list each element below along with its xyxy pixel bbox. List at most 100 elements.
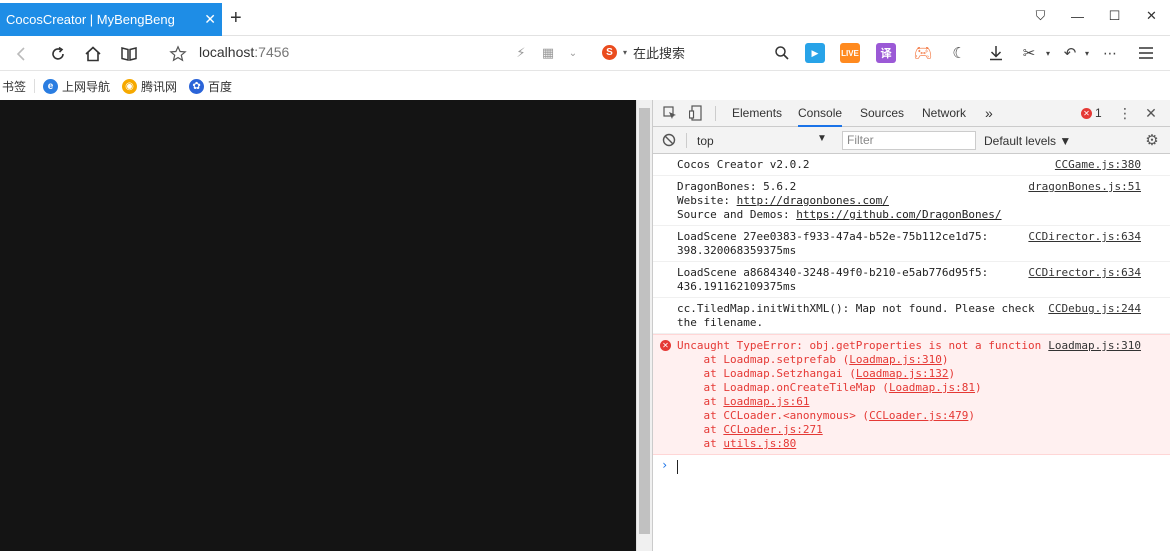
back-icon[interactable] xyxy=(10,42,34,66)
search-input[interactable]: 在此搜索 xyxy=(633,43,685,62)
stack-at: at xyxy=(677,353,724,366)
stack-location-link[interactable]: CCLoader.js:271 xyxy=(723,423,822,436)
bookmarks-label[interactable]: 书签 xyxy=(2,78,26,95)
console-output: Cocos Creator v2.0.2 CCGame.js:380 Drago… xyxy=(653,154,1170,477)
console-error: ✕ Uncaught TypeError: obj.getProperties … xyxy=(653,334,1170,455)
translate-icon[interactable]: 译 xyxy=(876,43,896,63)
page-scrollbar[interactable] xyxy=(636,100,652,551)
context-dropdown-icon[interactable]: ▼ xyxy=(817,133,827,144)
inspect-element-icon[interactable] xyxy=(662,105,678,121)
stack-at: at xyxy=(677,381,724,394)
qrcode-icon[interactable]: ▦ xyxy=(538,43,558,63)
sogou-search-icon[interactable]: S xyxy=(602,45,617,60)
error-icon: ✕ xyxy=(1081,107,1092,119)
home-icon[interactable] xyxy=(81,42,105,66)
stack-frame: at CCLoader.<anonymous> (CCLoader.js:479… xyxy=(677,409,976,422)
stack-function: CCLoader.<anonymous> xyxy=(723,409,856,422)
error-counter[interactable]: ✕ 1 xyxy=(1081,106,1102,120)
more-icon[interactable]: ⋯ xyxy=(1100,43,1120,63)
console-toolbar: top ▼ Filter Default levels ▼ ⚙ xyxy=(653,127,1170,154)
bookmark-item[interactable]: e 上网导航 xyxy=(43,78,110,95)
url-field[interactable]: localhost:7456 xyxy=(199,44,289,60)
device-toolbar-icon[interactable] xyxy=(688,105,704,121)
tab-elements[interactable]: Elements xyxy=(732,100,782,127)
tencent-icon: ◉ xyxy=(122,78,138,94)
filter-input[interactable]: Filter xyxy=(842,131,976,150)
stack-function: Loadmap.onCreateTileMap xyxy=(723,381,876,394)
error-icon: ✕ xyxy=(660,340,671,351)
source-link[interactable]: CCDirector.js:634 xyxy=(1028,266,1141,280)
source-link[interactable]: CCDirector.js:634 xyxy=(1028,230,1141,244)
maximize-button[interactable]: ☐ xyxy=(1096,0,1133,32)
log-levels-dropdown[interactable]: Default levels ▼ xyxy=(984,134,1071,148)
settings-gear-icon[interactable]: ⚙ xyxy=(1144,132,1160,149)
more-tabs-icon[interactable]: » xyxy=(985,100,993,127)
night-mode-icon[interactable]: ☾ xyxy=(949,43,969,63)
console-prompt[interactable]: › xyxy=(653,455,1170,477)
tab-sources[interactable]: Sources xyxy=(860,100,904,127)
url-port: :7456 xyxy=(254,44,290,60)
context-selector[interactable]: top xyxy=(697,134,714,148)
kebab-menu-icon[interactable]: ⋮ xyxy=(1117,105,1133,121)
stack-location-link[interactable]: Loadmap.js:61 xyxy=(723,395,809,408)
demos-link[interactable]: https://github.com/DragonBones/ xyxy=(796,208,1001,221)
browser-tab-active[interactable]: CocosCreator | MyBengBeng ✕ xyxy=(0,3,222,36)
lightning-icon[interactable]: ⚡ xyxy=(511,43,531,63)
tab-console[interactable]: Console xyxy=(798,100,843,127)
devtools-panel: Elements Console Sources Network » ✕ 1 ⋮… xyxy=(652,100,1170,551)
bookmark-item[interactable]: ✿ 百度 xyxy=(189,78,232,95)
console-message: LoadScene 27ee0383-f933-47a4-b52e-75b112… xyxy=(653,226,1170,262)
clear-console-icon[interactable] xyxy=(661,132,677,148)
stack-frame: at utils.js:80 xyxy=(677,437,1141,451)
source-link[interactable]: dragonBones.js:51 xyxy=(1028,180,1141,194)
source-link[interactable]: CCDebug.js:244 xyxy=(1048,302,1141,316)
tab-bar: CocosCreator | MyBengBeng ✕ + ⛉ — ☐ ✕ xyxy=(0,0,1170,36)
bookmark-label: 上网导航 xyxy=(62,79,111,94)
stack-location-link[interactable]: Loadmap.js:132 xyxy=(856,367,949,380)
scissors-dropdown-icon[interactable]: ▾ xyxy=(1038,43,1058,63)
message-text: 436.191162109375ms xyxy=(677,280,797,293)
search-box[interactable]: S ▾ 在此搜索 xyxy=(602,43,685,62)
minimize-button[interactable]: — xyxy=(1059,0,1096,32)
console-message: Cocos Creator v2.0.2 CCGame.js:380 xyxy=(653,154,1170,176)
stack-at: at xyxy=(677,423,724,436)
close-window-button[interactable]: ✕ xyxy=(1133,0,1170,32)
live-icon[interactable]: LIVE xyxy=(840,43,860,63)
stack-frame: at CCLoader.js:271 xyxy=(677,423,1141,437)
stack-location-link[interactable]: Loadmap.js:81 xyxy=(889,381,975,394)
source-link[interactable]: CCGame.js:380 xyxy=(1055,158,1141,172)
chevron-down-icon[interactable]: ⌄ xyxy=(563,43,583,63)
search-icon[interactable] xyxy=(772,43,792,63)
stack-frame: at Loadmap.setprefab (Loadmap.js:310) xyxy=(677,353,949,366)
window-controls: ⛉ — ☐ ✕ xyxy=(1022,0,1170,32)
undo-dropdown-icon[interactable]: ▾ xyxy=(1077,43,1097,63)
bookmarks-divider xyxy=(34,79,36,93)
game-canvas[interactable] xyxy=(0,100,636,551)
console-message: DragonBones: 5.6.2 Website: http://drago… xyxy=(653,176,1170,226)
website-link[interactable]: http://dragonbones.com/ xyxy=(737,194,889,207)
source-link[interactable]: Loadmap.js:310 xyxy=(1048,339,1141,353)
scrollbar-thumb[interactable] xyxy=(639,108,650,534)
reading-mode-icon[interactable] xyxy=(117,42,141,66)
reload-icon[interactable] xyxy=(46,42,70,66)
bookmark-item[interactable]: ◉ 腾讯网 xyxy=(122,78,177,95)
download-icon[interactable] xyxy=(986,43,1006,63)
stack-trace: at Loadmap.setprefab (Loadmap.js:310) at… xyxy=(677,353,1141,451)
video-icon[interactable]: ▶ xyxy=(805,43,825,63)
new-tab-button[interactable]: + xyxy=(230,8,242,28)
screenshot-scissors-icon[interactable]: ✂ xyxy=(1019,43,1039,63)
game-icon[interactable]: 🎮︎ xyxy=(913,43,933,63)
stack-frame: at Loadmap.js:61 xyxy=(677,395,1141,409)
engine-dropdown-icon[interactable]: ▾ xyxy=(623,48,627,57)
stack-location-link[interactable]: Loadmap.js:310 xyxy=(849,353,942,366)
tab-network[interactable]: Network xyxy=(922,100,966,127)
stack-at: at xyxy=(677,367,724,380)
tab-close-icon[interactable]: ✕ xyxy=(204,11,216,27)
close-devtools-icon[interactable]: ✕ xyxy=(1143,105,1159,121)
pin-icon[interactable]: ⛉ xyxy=(1022,0,1059,32)
menu-icon[interactable] xyxy=(1136,43,1156,63)
stack-location-link[interactable]: utils.js:80 xyxy=(723,437,796,450)
star-icon[interactable] xyxy=(166,42,190,66)
stack-location-link[interactable]: CCLoader.js:479 xyxy=(869,409,968,422)
address-bar: localhost:7456 ⚡ ▦ ⌄ S ▾ 在此搜索 ▶ LIVE 译 🎮… xyxy=(0,36,1170,71)
